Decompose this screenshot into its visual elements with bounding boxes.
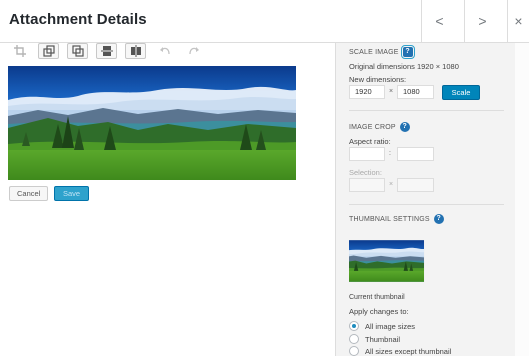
undo-icon — [159, 47, 170, 55]
flip-vertical-button[interactable] — [96, 43, 117, 59]
flip-horizontal-icon — [130, 45, 141, 57]
option-label: Thumbnail — [365, 334, 401, 344]
option-label: All image sizes — [365, 321, 416, 331]
flip-vertical-icon — [100, 46, 113, 56]
scale-image-title: SCALE IMAGE — [349, 48, 399, 56]
image-preview[interactable] — [8, 66, 296, 180]
close-icon: × — [514, 13, 523, 29]
help-icon[interactable]: ? — [399, 122, 410, 132]
rotate-left-icon — [42, 45, 55, 57]
scale-height-input[interactable]: 1080 — [397, 85, 434, 99]
image-crop-heading: IMAGE CROP ? — [349, 122, 410, 132]
attachment-details-modal: Attachment Details < > × Cancel Save SCA… — [0, 0, 529, 356]
selection-separator: × — [389, 181, 394, 188]
times-separator: × — [389, 88, 394, 95]
cancel-button[interactable]: Cancel — [9, 186, 48, 201]
chevron-left-icon: < — [435, 13, 444, 29]
aspect-height-input[interactable] — [397, 147, 434, 161]
scale-width-input[interactable]: 1920 — [349, 85, 385, 99]
apply-changes-label: Apply changes to: — [349, 307, 409, 316]
redo-button[interactable] — [183, 43, 204, 59]
section-divider — [349, 204, 504, 205]
editor-actions: Cancel Save — [9, 186, 89, 201]
apply-option-thumbnail[interactable]: Thumbnail — [349, 334, 400, 344]
redo-icon — [188, 47, 199, 55]
landscape-image — [8, 66, 296, 180]
radio-selected-dot — [352, 324, 356, 328]
original-dimensions: Original dimensions 1920 × 1080 — [349, 62, 459, 71]
modal-header: Attachment Details < > × — [0, 0, 529, 43]
help-icon[interactable]: ? — [433, 214, 444, 224]
apply-option-except-thumbnail[interactable]: All sizes except thumbnail — [349, 346, 451, 356]
rotate-left-button[interactable] — [38, 43, 59, 59]
current-thumbnail-image — [349, 231, 436, 291]
chevron-right-icon: > — [478, 13, 487, 29]
scale-button[interactable]: Scale — [442, 85, 480, 100]
section-divider — [349, 110, 504, 111]
image-edit-toolbar — [9, 43, 204, 60]
crop-button[interactable] — [9, 43, 30, 59]
radio-button[interactable] — [349, 346, 359, 356]
selection-width-input[interactable] — [349, 178, 385, 192]
flip-horizontal-button[interactable] — [125, 43, 146, 59]
radio-button[interactable] — [349, 321, 359, 331]
image-settings-sidebar: SCALE IMAGE ? Original dimensions 1920 ×… — [335, 43, 515, 356]
apply-option-all-sizes[interactable]: All image sizes — [349, 321, 415, 331]
thumbnail-settings-heading: THUMBNAIL SETTINGS ? — [349, 214, 444, 224]
crop-icon — [13, 45, 26, 57]
rotate-right-icon — [71, 45, 84, 57]
image-crop-title: IMAGE CROP — [349, 123, 396, 131]
selection-label: Selection: — [349, 168, 382, 177]
help-icon[interactable]: ? — [400, 45, 415, 59]
thumbnail-landscape — [349, 231, 436, 291]
aspect-width-input[interactable] — [349, 147, 385, 161]
thumbnail-settings-title: THUMBNAIL SETTINGS — [349, 215, 430, 223]
aspect-ratio-label: Aspect ratio: — [349, 137, 391, 146]
modal-title: Attachment Details — [9, 11, 147, 28]
next-button[interactable]: > — [464, 0, 500, 42]
rotate-right-button[interactable] — [67, 43, 88, 59]
new-dimensions-label: New dimensions: — [349, 75, 407, 84]
scale-image-heading: SCALE IMAGE ? — [349, 45, 415, 59]
thumbnail-caption: Current thumbnail — [349, 294, 405, 301]
close-button[interactable]: × — [507, 0, 529, 42]
save-button[interactable]: Save — [54, 186, 89, 201]
option-label: All sizes except thumbnail — [365, 346, 452, 356]
sidebar-scrollbar[interactable] — [515, 43, 529, 356]
previous-button[interactable]: < — [421, 0, 457, 42]
undo-button[interactable] — [154, 43, 175, 59]
ratio-separator: : — [389, 150, 391, 157]
selection-height-input[interactable] — [397, 178, 434, 192]
radio-button[interactable] — [349, 334, 359, 344]
